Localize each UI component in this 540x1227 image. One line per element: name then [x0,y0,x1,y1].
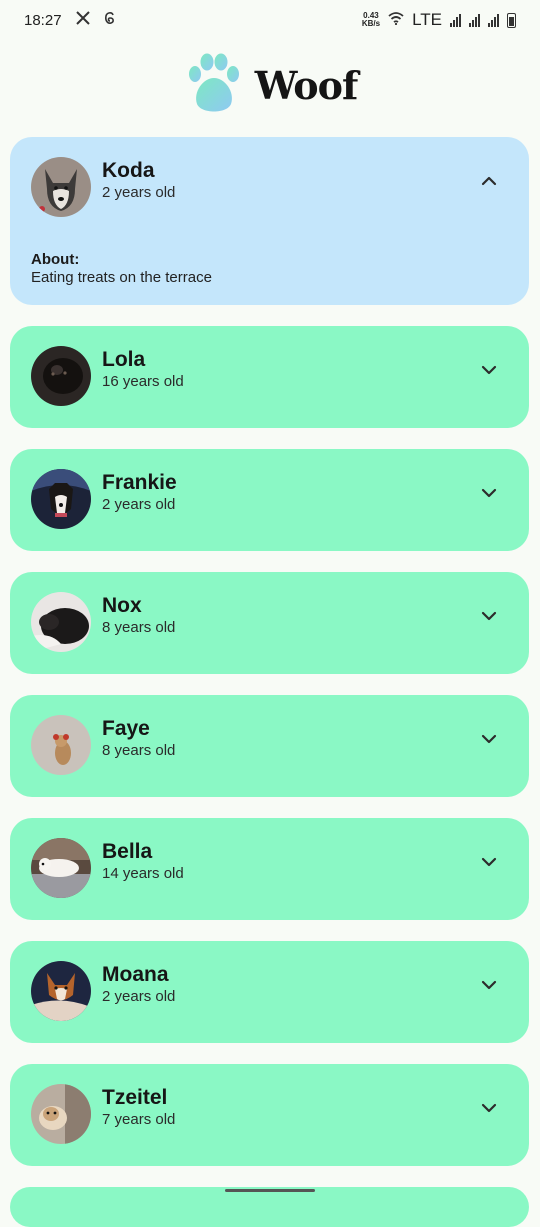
dog-age: 2 years old [102,184,176,201]
status-time: 18:27 [24,11,62,29]
chevron-down-icon[interactable] [477,481,501,505]
signal-icon [450,13,461,27]
network-speed: 0.43 KB/s [361,11,381,28]
dog-name: Tzeitel [102,1086,168,1109]
dog-avatar [31,592,91,652]
chevron-down-icon[interactable] [477,727,501,751]
status-bar: 18:27 0.43 KB/s LTE [0,0,540,40]
dog-age: 7 years old [102,1111,176,1128]
battery-icon [507,12,516,28]
dog-avatar [31,469,91,529]
dog-avatar [31,961,91,1021]
about-label: About: [31,251,80,268]
x-icon [75,11,90,29]
dog-name: Frankie [102,471,177,494]
dog-age: 8 years old [102,619,176,636]
about-text: Eating treats on the terrace [31,269,212,286]
signal-icon [488,13,499,27]
home-indicator[interactable] [225,1189,315,1192]
dog-age: 8 years old [102,742,176,759]
dog-avatar [31,838,91,898]
chevron-down-icon[interactable] [477,1096,501,1120]
dog-card[interactable]: Koda 2 years old About: Eating treats on… [10,137,529,305]
dog-name: Koda [102,159,155,182]
wifi-icon [388,11,404,29]
dog-age: 2 years old [102,496,176,513]
chevron-up-icon[interactable] [477,169,501,193]
dog-card[interactable]: Moana 2 years old [10,941,529,1043]
dog-age: 14 years old [102,865,184,882]
chevron-down-icon[interactable] [477,973,501,997]
dog-name: Bella [102,840,153,863]
dog-age: 2 years old [102,988,176,1005]
dog-card[interactable]: Nox 8 years old [10,572,529,674]
chevron-down-icon[interactable] [477,850,501,874]
dog-card[interactable]: Tzeitel 7 years old [10,1064,529,1166]
dog-card[interactable] [10,1187,529,1227]
dog-avatar [31,346,91,406]
dog-card[interactable]: Faye 8 years old [10,695,529,797]
dog-avatar [31,715,91,775]
signal-icon [469,13,480,27]
paw-icon [183,52,243,119]
network-type: LTE [412,10,442,29]
dog-avatar [31,1084,91,1144]
app-title: Woof [254,62,359,108]
chevron-down-icon[interactable] [477,604,501,628]
dog-age: 16 years old [102,373,184,390]
dog-card[interactable]: Lola 16 years old [10,326,529,428]
dog-name: Lola [102,348,146,371]
app-header: Woof [0,52,540,118]
chevron-down-icon[interactable] [477,358,501,382]
dog-card[interactable]: Bella 14 years old [10,818,529,920]
dog-name: Faye [102,717,150,740]
dog-name: Nox [102,594,142,617]
threads-icon [104,11,116,29]
dog-card[interactable]: Frankie 2 years old [10,449,529,551]
dog-avatar [31,157,91,217]
dog-name: Moana [102,963,169,986]
